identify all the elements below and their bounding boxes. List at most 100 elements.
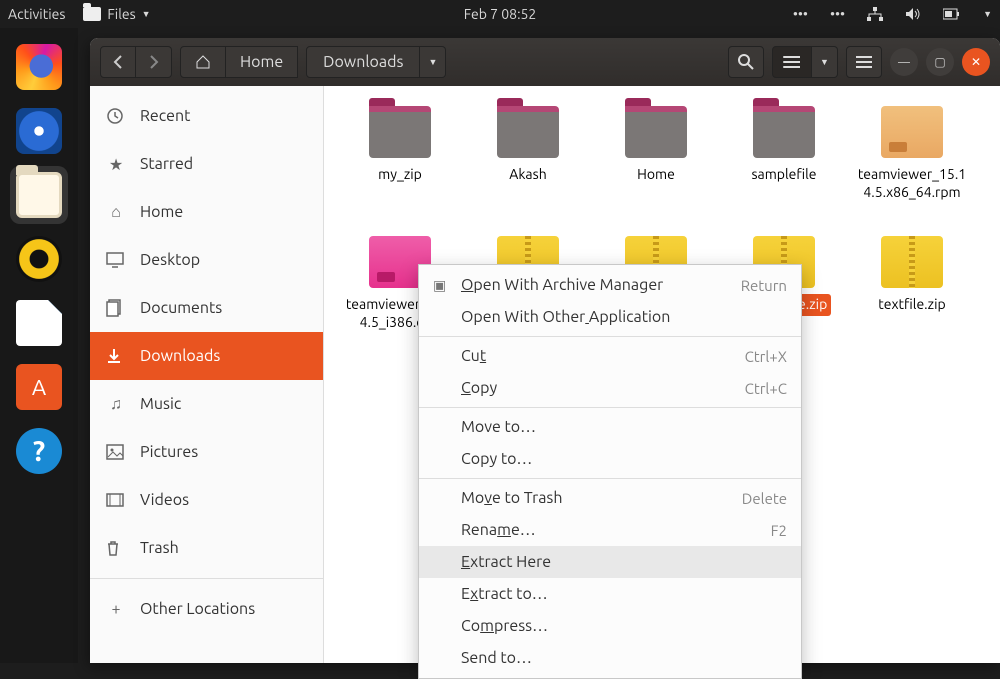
file-label: Home: [633, 164, 679, 186]
star-icon: ★: [106, 155, 126, 174]
chevron-down-icon: ▼: [428, 57, 437, 67]
menu-separator: [419, 336, 801, 337]
view-dropdown[interactable]: ▼: [812, 46, 838, 78]
menu-item-label: Move to Trash: [461, 489, 742, 507]
more-icon[interactable]: •••: [793, 6, 808, 22]
minimize-button[interactable]: —: [890, 48, 918, 76]
thunderbird-icon: [16, 108, 62, 154]
context-menu: ▣Open With Archive ManagerReturn Open Wit…: [418, 264, 802, 679]
forward-button[interactable]: [136, 46, 172, 78]
dock-thunderbird[interactable]: [10, 102, 68, 160]
files-icon: [16, 172, 62, 218]
sidebar-item-label: Starred: [140, 155, 193, 173]
dock-help[interactable]: ?: [10, 422, 68, 480]
folder-icon: [625, 106, 687, 158]
path-home-icon[interactable]: [180, 46, 226, 78]
path-home[interactable]: Home: [226, 46, 298, 78]
menu-item-cut[interactable]: CutCtrl+X: [419, 340, 801, 372]
sidebar-item-starred[interactable]: ★ Starred: [90, 140, 323, 188]
path-dropdown[interactable]: ▼: [420, 46, 446, 78]
menu-item-rename[interactable]: Rename…F2: [419, 514, 801, 546]
menu-item-label: Open With Other Application: [461, 308, 787, 326]
back-button[interactable]: [100, 46, 136, 78]
dock-files[interactable]: [10, 166, 68, 224]
sidebar-item-label: Music: [140, 395, 181, 413]
menu-item-label: Copy: [461, 379, 745, 397]
sidebar-item-desktop[interactable]: Desktop: [90, 236, 323, 284]
network-icon[interactable]: [867, 7, 883, 21]
menu-item-extract-here[interactable]: Extract Here: [419, 546, 801, 578]
path-downloads[interactable]: Downloads: [306, 46, 420, 78]
file-item[interactable]: Akash: [464, 102, 592, 232]
firefox-icon: [16, 44, 62, 90]
sidebar-item-recent[interactable]: Recent: [90, 92, 323, 140]
file-item[interactable]: samplefile: [720, 102, 848, 232]
menu-item-compress[interactable]: Compress…: [419, 610, 801, 642]
menu-item-label: Extract Here: [461, 553, 787, 571]
sidebar-item-other-locations[interactable]: +Other Locations: [90, 585, 323, 633]
dock-software[interactable]: A: [10, 358, 68, 416]
dock: A ?: [0, 28, 78, 663]
files-icon: [83, 7, 101, 21]
sidebar-item-trash[interactable]: Trash: [90, 524, 323, 572]
libreoffice-icon: [16, 300, 62, 346]
volume-icon[interactable]: [905, 7, 921, 21]
home-icon: ⌂: [106, 203, 126, 222]
sidebar-item-home[interactable]: ⌂Home: [90, 188, 323, 236]
menu-separator: [419, 407, 801, 408]
app-menu[interactable]: Files ▼: [83, 6, 150, 22]
file-label: textfile.zip: [874, 294, 949, 316]
chevron-down-icon: ▼: [142, 9, 151, 19]
folder-icon: [753, 106, 815, 158]
rhythmbox-icon: [16, 236, 62, 282]
close-button[interactable]: ✕: [962, 48, 990, 76]
search-button[interactable]: [728, 46, 764, 78]
file-item[interactable]: my_zip: [336, 102, 464, 232]
menu-item-label: Extract to…: [461, 585, 787, 603]
menu-shortcut: Ctrl+X: [745, 348, 787, 365]
sidebar-item-music[interactable]: ♫Music: [90, 380, 323, 428]
sidebar-item-label: Trash: [140, 539, 179, 557]
menu-item-copy-to[interactable]: Copy to…: [419, 443, 801, 475]
menu-item-copy[interactable]: CopyCtrl+C: [419, 372, 801, 404]
file-item[interactable]: Home: [592, 102, 720, 232]
app-menu-label: Files: [107, 6, 135, 22]
sidebar-item-label: Downloads: [140, 347, 220, 365]
sidebar-item-documents[interactable]: Documents: [90, 284, 323, 332]
view-list-button[interactable]: [772, 46, 812, 78]
file-item[interactable]: teamviewer_15.14.5.x86_64.rpm: [848, 102, 976, 232]
sidebar-item-label: Videos: [140, 491, 189, 509]
dock-rhythmbox[interactable]: [10, 230, 68, 288]
battery-icon[interactable]: [943, 8, 961, 20]
menu-item-extract-to[interactable]: Extract to…: [419, 578, 801, 610]
file-item[interactable]: textfile.zip: [848, 232, 976, 362]
system-menu-chevron-icon[interactable]: ▼: [983, 9, 992, 19]
menu-item-label: Move to…: [461, 418, 787, 436]
headerbar: Home Downloads ▼ ▼ — ▢ ✕: [90, 38, 1000, 86]
maximize-button[interactable]: ▢: [926, 48, 954, 76]
menu-shortcut: Return: [741, 277, 787, 294]
rpm-icon: [881, 106, 943, 158]
hamburger-menu[interactable]: [846, 46, 882, 78]
folder-icon: [369, 106, 431, 158]
menu-item-label: Copy to…: [461, 450, 787, 468]
menu-item-label: Send to…: [461, 649, 787, 667]
menu-item-move-to[interactable]: Move to…: [419, 411, 801, 443]
menu-item-send-to[interactable]: Send to…: [419, 642, 801, 674]
dock-firefox[interactable]: [10, 38, 68, 96]
activities-button[interactable]: Activities: [8, 6, 65, 22]
sidebar: Recent ★ Starred ⌂HomeDesktopDocuments Downl…: [90, 86, 324, 663]
dock-libreoffice[interactable]: [10, 294, 68, 352]
more-icon-2[interactable]: •••: [830, 6, 845, 22]
sidebar-item-pictures[interactable]: Pictures: [90, 428, 323, 476]
menu-item-move-to-trash[interactable]: Move to TrashDelete: [419, 482, 801, 514]
sidebar-item-downloads[interactable]: Downloads: [90, 332, 323, 380]
menu-item-open-with-other-application[interactable]: Open With Other Application: [419, 301, 801, 333]
menu-item-open-with-archive-manager[interactable]: ▣Open With Archive ManagerReturn: [419, 269, 801, 301]
clock[interactable]: Feb 7 08:52: [464, 6, 537, 22]
downloads-icon: [106, 348, 126, 364]
zip-icon: [881, 236, 943, 288]
menu-item-label: Cut: [461, 347, 745, 365]
menu-separator: [419, 478, 801, 479]
sidebar-item-videos[interactable]: Videos: [90, 476, 323, 524]
